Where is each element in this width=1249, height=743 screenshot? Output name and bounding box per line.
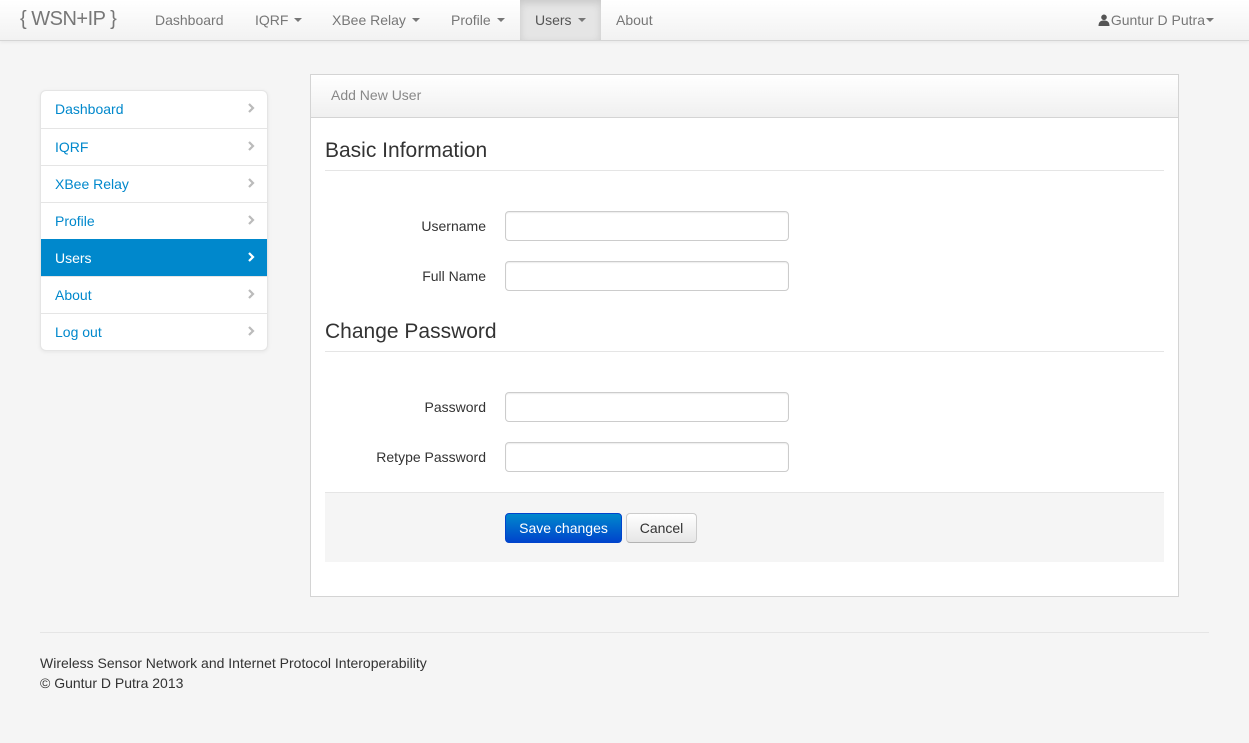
section-divider <box>325 170 1164 171</box>
nav-about[interactable]: About <box>601 0 668 40</box>
sidebar-item-users[interactable]: Users <box>41 239 267 276</box>
nav-xbee-relay-label: XBee Relay <box>332 12 406 28</box>
user-menu[interactable]: Guntur D Putra <box>1098 0 1214 40</box>
brand-logo[interactable]: { WSN+IP } <box>20 8 117 31</box>
panel-title: Add New User <box>311 75 1178 118</box>
chevron-right-icon <box>248 141 255 151</box>
sidebar-item-about[interactable]: About <box>41 276 267 313</box>
nav-xbee-relay[interactable]: XBee Relay <box>317 0 435 40</box>
sidebar-item-profile[interactable]: Profile <box>41 202 267 239</box>
sidebar-item-label: IQRF <box>55 139 89 155</box>
username-label: Username <box>421 218 486 234</box>
sidebar-item-label: Dashboard <box>55 101 124 117</box>
user-name: Guntur D Putra <box>1110 12 1205 28</box>
sidebar-item-xbee-relay[interactable]: XBee Relay <box>41 165 267 202</box>
save-changes-button[interactable]: Save changes <box>505 513 622 543</box>
sidebar-item-dashboard[interactable]: Dashboard <box>41 91 267 128</box>
chevron-right-icon <box>248 215 255 225</box>
form-actions: Save changes Cancel <box>325 492 1164 562</box>
full-name-label: Full Name <box>422 268 486 284</box>
sidebar-nav: Dashboard IQRF XBee Relay Profile Users … <box>40 90 268 351</box>
add-user-panel: Add New User Basic Information Username … <box>310 74 1179 597</box>
section-divider <box>325 351 1164 352</box>
caret-down-icon <box>577 18 586 23</box>
sidebar-item-log-out[interactable]: Log out <box>41 313 267 350</box>
nav-users[interactable]: Users <box>520 0 601 40</box>
chevron-right-icon <box>248 178 255 188</box>
chevron-right-icon <box>248 326 255 336</box>
top-navbar: { WSN+IP } Dashboard IQRF XBee Relay Pro… <box>0 0 1249 41</box>
sidebar-item-iqrf[interactable]: IQRF <box>41 128 267 165</box>
nav-about-label: About <box>616 12 653 28</box>
nav-users-label: Users <box>535 12 572 28</box>
caret-down-icon <box>496 18 505 23</box>
nav-dashboard[interactable]: Dashboard <box>140 0 239 40</box>
chevron-right-icon <box>248 252 255 262</box>
retype-password-label: Retype Password <box>376 449 486 465</box>
caret-down-icon <box>1206 18 1214 23</box>
nav-profile-label: Profile <box>451 12 491 28</box>
nav-profile[interactable]: Profile <box>436 0 520 40</box>
sidebar-item-label: Log out <box>55 324 102 340</box>
section-title-basic: Basic Information <box>325 139 488 162</box>
nav-iqrf-label: IQRF <box>255 12 289 28</box>
chevron-right-icon <box>248 289 255 299</box>
caret-down-icon <box>411 18 420 23</box>
sidebar-item-label: Users <box>55 250 92 266</box>
chevron-right-icon <box>248 103 255 113</box>
sidebar-item-label: Profile <box>55 213 95 229</box>
footer-divider <box>40 632 1209 633</box>
footer-description: Wireless Sensor Network and Internet Pro… <box>40 655 427 671</box>
footer-copyright: © Guntur D Putra 2013 <box>40 675 184 691</box>
sidebar-item-label: XBee Relay <box>55 176 129 192</box>
full-name-input[interactable] <box>505 261 789 291</box>
retype-password-input[interactable] <box>505 442 789 472</box>
caret-down-icon <box>294 18 303 23</box>
sidebar-item-label: About <box>55 287 92 303</box>
nav-iqrf[interactable]: IQRF <box>240 0 317 40</box>
nav-dashboard-label: Dashboard <box>155 12 224 28</box>
user-icon <box>1098 14 1110 26</box>
password-label: Password <box>424 399 486 415</box>
section-title-password: Change Password <box>325 320 497 343</box>
password-input[interactable] <box>505 392 789 422</box>
cancel-button[interactable]: Cancel <box>626 513 697 543</box>
username-input[interactable] <box>505 211 789 241</box>
